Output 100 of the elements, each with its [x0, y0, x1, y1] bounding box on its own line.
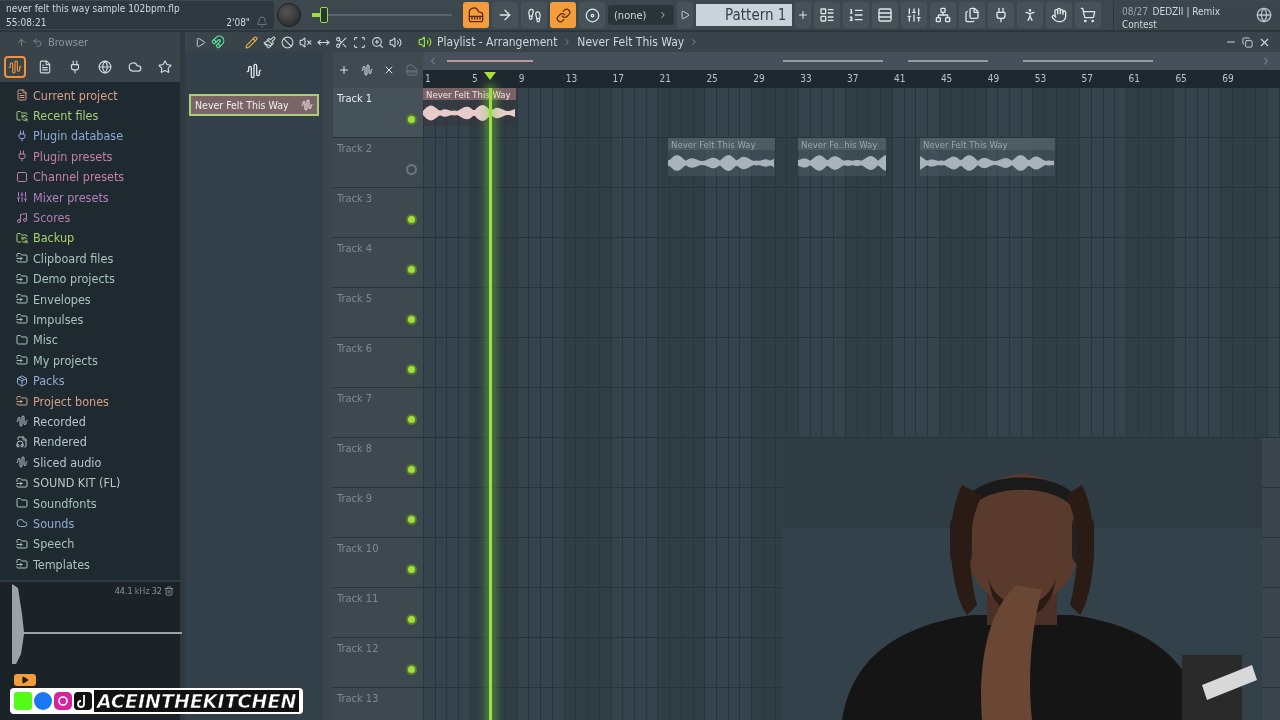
track-enable-dot[interactable]	[406, 114, 417, 125]
mixer-button[interactable]	[901, 2, 928, 28]
pencil-icon[interactable]	[245, 35, 258, 49]
playback-icon[interactable]	[389, 35, 402, 49]
folder-sync-icon	[16, 231, 28, 244]
clip-label: Never Felt This Way	[923, 138, 1008, 150]
select-icon[interactable]	[353, 35, 366, 49]
hand-button[interactable]	[1046, 2, 1073, 28]
news-date: 08/27	[1122, 6, 1148, 17]
pattern-field[interactable]: Pattern 1	[696, 4, 793, 26]
track-lane[interactable]: Never Felt This Way	[423, 88, 1280, 137]
playlist-button[interactable]	[814, 2, 841, 28]
track-enable-dot[interactable]	[406, 364, 417, 375]
track-enable-dot[interactable]	[406, 164, 417, 175]
browser-item[interactable]: SOUND KIT (FL)	[33, 475, 121, 491]
piano-roll-icon	[848, 7, 865, 23]
hand-icon	[1051, 7, 1068, 23]
track-enable-dot[interactable]	[406, 514, 417, 525]
track-enable-dot[interactable]	[406, 614, 417, 625]
audio-tab[interactable]	[4, 56, 26, 78]
channel-icon	[16, 170, 28, 183]
playhead-marker-icon[interactable]	[484, 72, 496, 80]
browser-item[interactable]: Mixer presets	[33, 189, 109, 205]
browser-item[interactable]: Current project	[33, 87, 118, 103]
song-duration: 2'08"	[226, 16, 250, 28]
track-enable-dot[interactable]	[406, 414, 417, 425]
window-title: Playlist - Arrangement	[437, 35, 558, 49]
bar-number: 33	[800, 73, 812, 84]
brush-icon[interactable]	[263, 35, 276, 49]
folder-icon	[16, 354, 28, 367]
browser-item[interactable]: Plugin presets	[33, 148, 113, 164]
piano-button[interactable]	[463, 2, 489, 28]
shop-icon	[1080, 7, 1097, 23]
piano-roll-button[interactable]	[843, 2, 870, 28]
bar-number: 5	[471, 73, 478, 84]
link-button[interactable]	[550, 2, 576, 28]
browser-item[interactable]: Packs	[33, 373, 65, 389]
track-header[interactable]: Track 1	[333, 88, 423, 137]
waveform-icon	[16, 456, 28, 469]
browser-item[interactable]: Backup	[33, 230, 75, 246]
track-enable-dot[interactable]	[406, 664, 417, 675]
track-enable-dot[interactable]	[406, 564, 417, 575]
zoom-icon[interactable]	[371, 35, 384, 49]
sample-rate-unit: kHz	[134, 586, 150, 597]
play-icon[interactable]	[195, 36, 206, 48]
trash-icon[interactable]	[164, 586, 174, 597]
delete-icon[interactable]	[281, 35, 294, 49]
preview-play-button[interactable]	[14, 674, 36, 686]
browser-item[interactable]: Soundfonts	[33, 495, 97, 511]
footprints-button[interactable]	[521, 2, 547, 28]
disc-button[interactable]	[579, 2, 605, 28]
play-icon	[680, 10, 691, 20]
audio-clip[interactable]: Never Felt This Way	[423, 88, 516, 126]
track-enable-dot[interactable]	[406, 314, 417, 325]
browser-item[interactable]: Recent files	[33, 108, 99, 124]
track-name: Track 7	[337, 392, 373, 405]
browser-item[interactable]: Project bones	[33, 393, 109, 409]
shop-button[interactable]	[1075, 2, 1102, 28]
browser-item[interactable]: Envelopes	[33, 291, 91, 307]
volume-thumb[interactable]	[320, 7, 329, 23]
pattern-selector[interactable]: (none)	[608, 5, 675, 25]
picker-clip[interactable]: Never Felt This Way	[189, 94, 319, 116]
browser-item[interactable]: Demo projects	[33, 271, 115, 287]
up-icon[interactable]	[16, 36, 27, 48]
waveform-icon[interactable]	[246, 63, 262, 79]
restore-icon[interactable]	[1242, 36, 1253, 48]
mute-icon[interactable]	[299, 35, 312, 49]
add-button[interactable]	[795, 2, 812, 28]
browser-button[interactable]	[930, 2, 957, 28]
track-enable-dot[interactable]	[406, 264, 417, 275]
play-button[interactable]	[677, 2, 694, 28]
browser-item[interactable]: My projects	[33, 352, 98, 368]
browser-item[interactable]: Plugin database	[33, 128, 124, 144]
channel-rack-button[interactable]	[872, 2, 899, 28]
browser-item[interactable]: Clipboard files	[33, 250, 114, 266]
waveform-icon[interactable]	[360, 64, 373, 76]
browser-item[interactable]: Impulses	[33, 312, 84, 327]
bar-number: 49	[987, 73, 1000, 84]
add-icon[interactable]	[338, 64, 351, 76]
browser-item[interactable]: Templates	[33, 556, 90, 572]
browser-item[interactable]: Speech	[33, 536, 75, 552]
figure-button[interactable]	[1017, 2, 1044, 28]
folder-icon	[16, 252, 28, 265]
browser-item[interactable]: Sounds	[33, 515, 75, 531]
timeline-ruler[interactable]: 1 5 9 13 17 21 25 29 33 37 41 45 49 53 57 61 65 69	[423, 70, 1280, 88]
browser-item[interactable]: Misc	[33, 332, 58, 348]
browser-item[interactable]: Sliced audio	[33, 454, 102, 470]
track-enable-dot[interactable]	[406, 214, 417, 225]
browser-item[interactable]: Recorded	[33, 413, 86, 429]
browser-item[interactable]: Scores	[33, 210, 71, 226]
browser-item[interactable]: Rendered	[33, 434, 87, 450]
folder-icon	[16, 537, 28, 550]
files-button[interactable]	[959, 2, 986, 28]
plugin-button[interactable]	[988, 2, 1015, 28]
magnet-icon[interactable]	[211, 35, 225, 49]
track-enable-dot[interactable]	[406, 464, 417, 475]
browser-item[interactable]: Channel presets	[33, 169, 125, 185]
link-icon	[555, 7, 571, 23]
arrow-button[interactable]	[492, 2, 518, 28]
slice-icon[interactable]	[335, 35, 348, 49]
